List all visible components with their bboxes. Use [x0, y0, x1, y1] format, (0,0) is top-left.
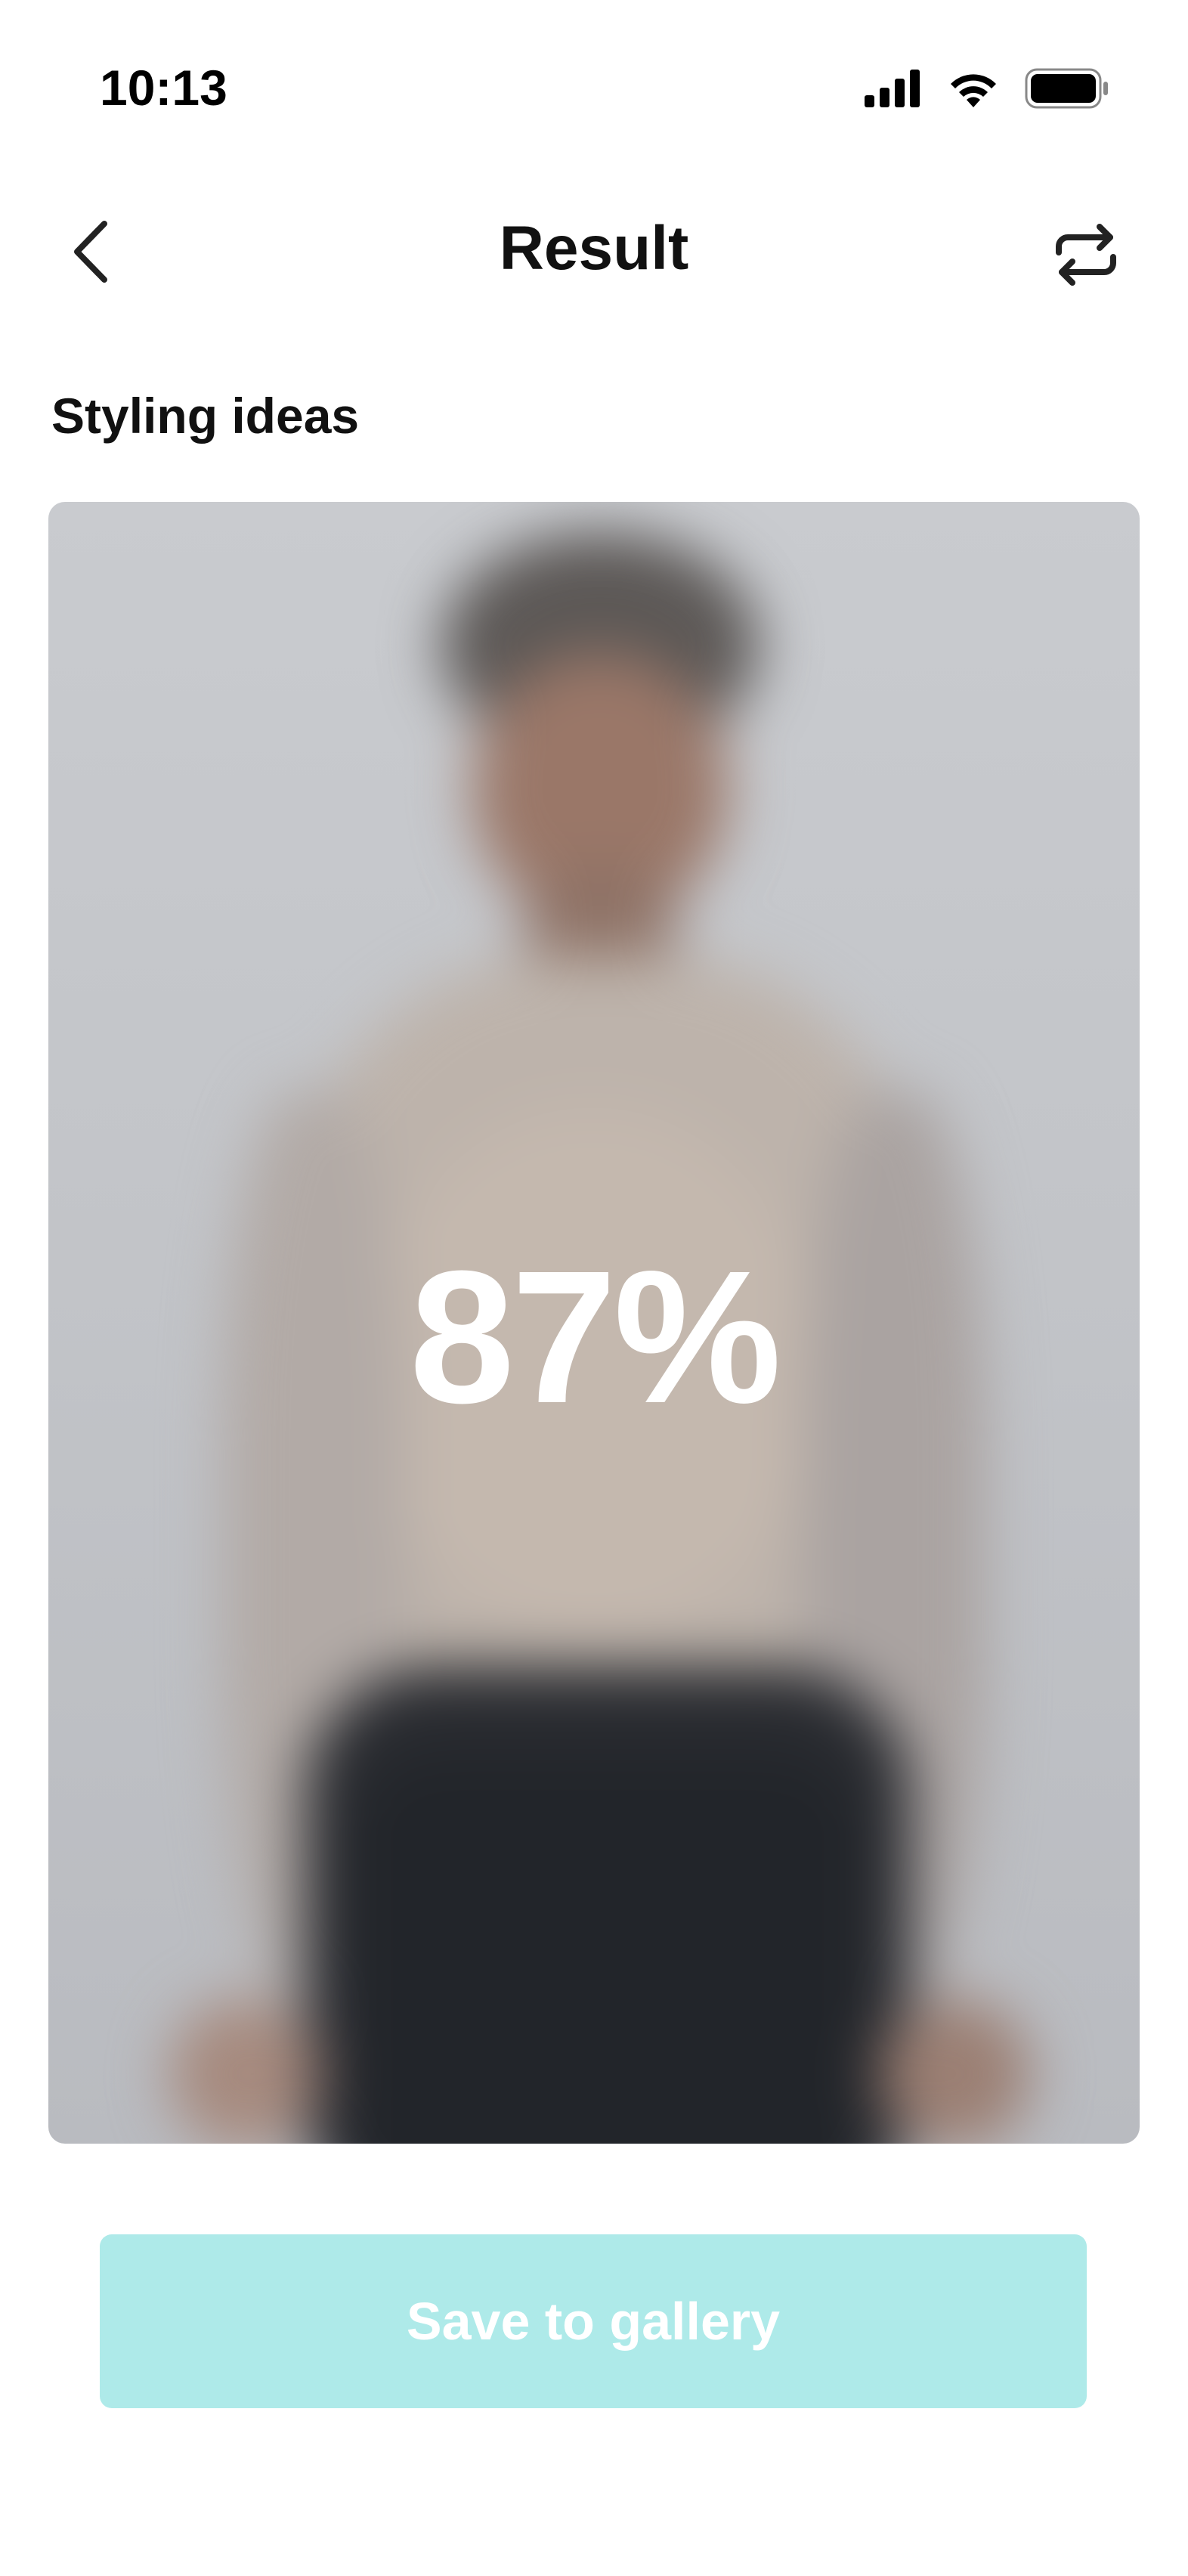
- save-to-gallery-button[interactable]: Save to gallery: [100, 2234, 1087, 2408]
- page-title: Result: [499, 214, 689, 283]
- wifi-icon: [946, 68, 1001, 113]
- result-image: 87%: [48, 502, 1140, 2144]
- regenerate-button[interactable]: [1044, 215, 1128, 298]
- status-bar: 10:13: [0, 0, 1188, 159]
- battery-icon: [1025, 68, 1109, 113]
- repeat-icon: [1051, 223, 1121, 289]
- status-icons: [865, 68, 1109, 113]
- cellular-signal-icon: [865, 70, 922, 111]
- progress-percent: 87%: [409, 1231, 781, 1442]
- result-screen: 10:13 Result Styling ideas 87% Save to g…: [0, 0, 1188, 2576]
- status-time: 10:13: [100, 60, 227, 116]
- section-title: Styling ideas: [51, 388, 360, 444]
